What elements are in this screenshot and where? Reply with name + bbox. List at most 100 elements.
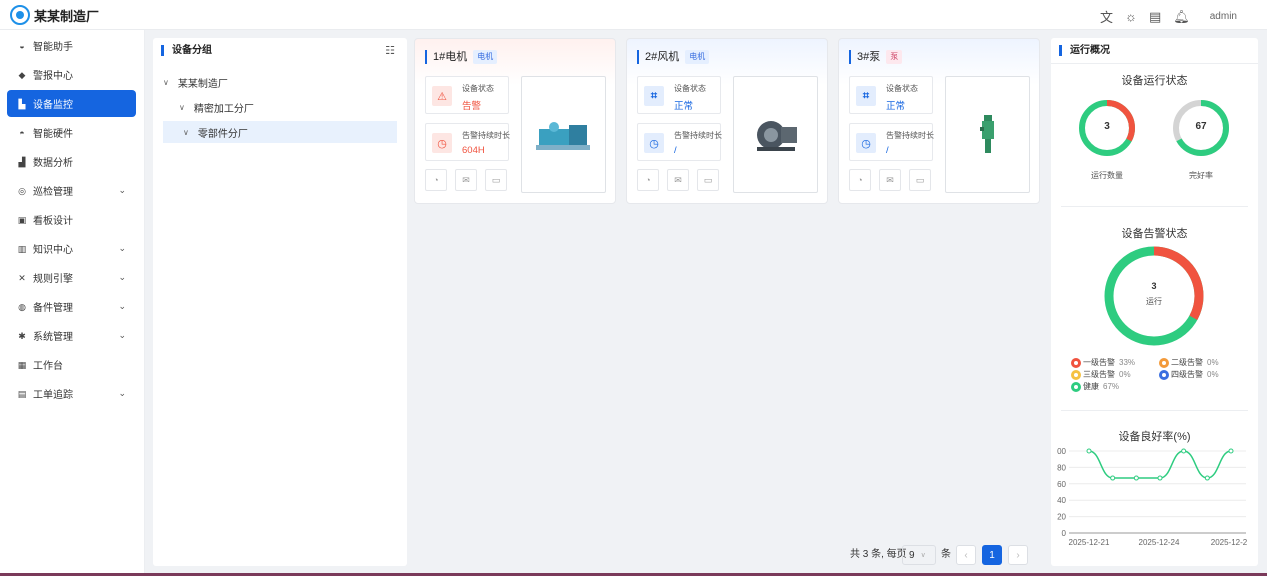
page-size-select[interactable]: 9 ∨: [902, 545, 936, 565]
sidebar-item[interactable]: ▤ 工单追踪 ⌄: [7, 380, 136, 407]
top-bar: 某某制造厂 文 ☼ ▤ 🔔︎ admin: [0, 0, 1267, 30]
chevron-down-icon: ⌄: [118, 243, 126, 253]
sidebar-item[interactable]: ✕ 规则引擎 ⌄: [7, 264, 136, 291]
y-tick-label: 60: [1057, 480, 1066, 489]
device-image[interactable]: [945, 76, 1030, 193]
x-tick-label: 2025-12-2: [1211, 538, 1248, 547]
legend-marker-icon: [1071, 381, 1081, 392]
x-tick-label: 2025-12-21: [1069, 538, 1110, 547]
message-icon[interactable]: ▭: [909, 169, 931, 191]
alarm-center-label: 运行: [1146, 297, 1162, 306]
data-point[interactable]: [1157, 475, 1163, 481]
translate-icon[interactable]: 文: [1100, 7, 1113, 26]
chevron-down-icon: ∨: [179, 102, 185, 112]
legend-pct: 0%: [1119, 370, 1131, 379]
overview-title: 运行概况: [1059, 45, 1110, 56]
y-tick-label: 0: [1062, 529, 1067, 538]
sidebar-item[interactable]: ◓ 智能硬件: [7, 119, 136, 146]
legend-label: 一级告警: [1083, 358, 1115, 367]
app-title: 某某制造厂: [34, 9, 100, 24]
device-image[interactable]: [733, 76, 818, 193]
monitor-icon: ▙: [18, 98, 26, 109]
device-card[interactable]: 2#风机 电机 ⌗ 设备状态 正常 ◷ 告警持续时长 / ◔ ✉ ▭: [626, 38, 828, 204]
prev-page-button[interactable]: ‹: [956, 545, 976, 565]
status-label: 设备状态: [886, 84, 918, 93]
bell-icon[interactable]: 🔔︎: [1173, 9, 1190, 25]
sidebar-item[interactable]: ▦ 工作台: [7, 351, 136, 378]
legend-healthy[interactable]: 健康 67%: [1071, 381, 1119, 392]
tree-node-factory[interactable]: ∨ 某某制造厂: [163, 71, 397, 93]
mail-icon[interactable]: ✉: [667, 169, 689, 191]
tree-node-precision-branch[interactable]: ∨ 精密加工分厂: [163, 96, 397, 118]
sidebar-item-label: 智能硬件: [33, 129, 73, 140]
chevron-down-icon: ⌄: [118, 330, 126, 340]
data-point[interactable]: [1181, 448, 1187, 454]
status-value: 正常: [886, 101, 906, 112]
theme-sun-icon[interactable]: ☼: [1125, 9, 1137, 24]
alarm-icon: ◆: [18, 69, 26, 80]
page-1-button[interactable]: 1: [982, 545, 1002, 565]
device-card[interactable]: 1#电机 电机 ⚠ 设备状态 告警 ◷ 告警持续时长 604H ◔ ✉ ▭: [414, 38, 616, 204]
sidebar-item[interactable]: ◆ 警报中心: [7, 61, 136, 88]
sidebar: ◒ 智能助手 ◆ 警报中心 ▙ 设备监控 ◓ 智能硬件 ▟ 数据分析 ◎ 巡检管理 ⌄ ▣ 看板设计 ▥ 知识中…: [0, 30, 145, 576]
hardware-icon: ◓: [19, 127, 25, 138]
legend-marker-icon: [1071, 357, 1081, 368]
data-point[interactable]: [1204, 475, 1210, 481]
group-panel: 设备分组 ☷ ∨ 某某制造厂 ∨ 精密加工分厂 ∨ 零部件分厂: [153, 38, 407, 566]
pagination-summary: 共 3 条, 每页: [850, 545, 907, 560]
sidebar-item[interactable]: ◍ 备件管理 ⌄: [7, 293, 136, 320]
device-name-text: 1#电机: [433, 51, 468, 63]
sidebar-item[interactable]: ✱ 系统管理 ⌄: [7, 322, 136, 349]
bell-icon[interactable]: ◔: [425, 169, 447, 191]
sidebar-item[interactable]: ▟ 数据分析: [7, 148, 136, 175]
alarm-status-title: 设备告警状态: [1121, 228, 1188, 240]
duration-label: 告警持续时长: [674, 131, 722, 140]
tree-node-parts-branch[interactable]: ∨ 零部件分厂: [163, 121, 397, 143]
device-type-tag: 泵: [886, 50, 903, 64]
clipboard-icon: ▤: [17, 388, 27, 399]
data-point[interactable]: [1228, 448, 1234, 454]
message-icon[interactable]: ▭: [485, 169, 507, 191]
series-line: [1088, 450, 1232, 479]
data-point[interactable]: [1110, 475, 1116, 481]
legend-level1[interactable]: 一级告警 33%: [1071, 357, 1135, 368]
legend-level3[interactable]: 三级告警 0%: [1071, 369, 1131, 380]
good-rate-label: 完好率: [1189, 171, 1213, 180]
bell-icon[interactable]: ◔: [637, 169, 659, 191]
device-name-text: 2#风机: [645, 51, 680, 63]
tree-view-toggle-icon[interactable]: ☷: [385, 44, 395, 57]
mail-icon[interactable]: ✉: [455, 169, 477, 191]
app-logo-icon: [10, 5, 30, 25]
print-icon[interactable]: ▤: [1149, 9, 1161, 25]
sidebar-item[interactable]: ◎ 巡检管理 ⌄: [7, 177, 136, 204]
device-card[interactable]: 3#泵泵 ⌗ 设备状态 正常 ◷ 告警持续时长 / ◔ ✉ ▭: [838, 38, 1040, 204]
legend-label: 二级告警: [1171, 358, 1203, 367]
device-image[interactable]: [521, 76, 606, 193]
device-name: 1#电机 电机: [425, 50, 498, 64]
x-tick-label: 2025-12-24: [1139, 538, 1180, 547]
bell-icon[interactable]: ◔: [849, 169, 871, 191]
tree-node-label: 某某制造厂: [177, 78, 228, 90]
sidebar-item[interactable]: ▣ 看板设计: [7, 206, 136, 233]
data-point[interactable]: [1086, 448, 1092, 454]
chevron-down-icon: ∨: [163, 77, 169, 87]
scan-icon: ⌗: [644, 86, 664, 106]
sidebar-item-label: 工作台: [33, 361, 63, 372]
good-rate-line-chart: 0 20 40 60 80 00 2025-12-21 2025-12-24 2025-12-2: [1057, 447, 1248, 547]
legend-level2[interactable]: 二级告警 0%: [1159, 357, 1219, 368]
legend-pct: 33%: [1119, 358, 1136, 367]
data-point[interactable]: [1133, 475, 1139, 481]
device-name: 2#风机 电机: [637, 50, 710, 64]
mail-icon[interactable]: ✉: [879, 169, 901, 191]
sidebar-item[interactable]: ◒ 智能助手: [7, 32, 136, 59]
user-name[interactable]: admin: [1210, 11, 1237, 22]
duration-box: ◷ 告警持续时长 /: [637, 123, 722, 161]
inspection-icon: ◎: [18, 185, 26, 196]
legend-level4[interactable]: 四级告警 0%: [1159, 369, 1219, 380]
motor-image: [535, 121, 590, 150]
next-page-button[interactable]: ›: [1008, 545, 1028, 565]
sidebar-item[interactable]: ▙ 设备监控: [7, 90, 136, 117]
message-icon[interactable]: ▭: [697, 169, 719, 191]
sidebar-item[interactable]: ▥ 知识中心 ⌄: [7, 235, 136, 262]
duration-label: 告警持续时长: [886, 131, 934, 140]
